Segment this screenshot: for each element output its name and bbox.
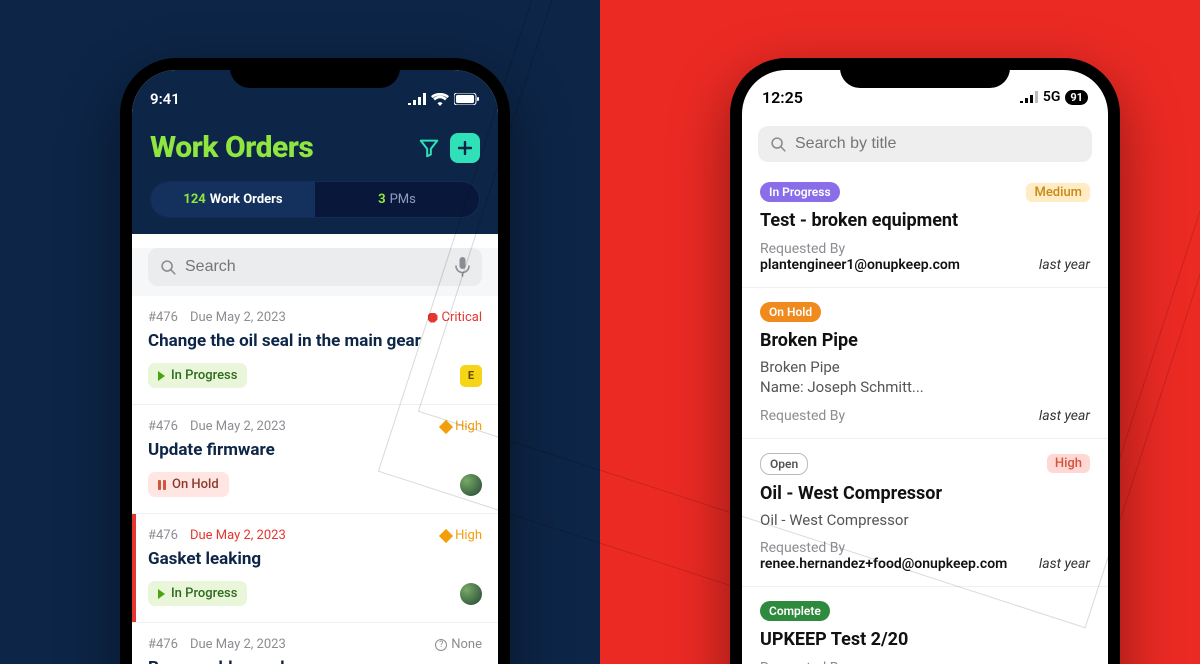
work-order-card[interactable]: #476 Due May 2, 2023 High Gasket leaking In … [132,514,498,623]
wifi-icon [431,93,449,106]
requested-by: Requested By [760,408,845,424]
search-box[interactable] [148,248,482,286]
due-date: Due May 2, 2023 [190,310,286,325]
card-top: Open High [760,453,1090,475]
search-icon [160,259,177,276]
card-footer: Requested By [760,660,1090,664]
screen-right: 12:25 5G 91 In Progress Medium Test - brok… [742,70,1108,664]
request-subtitle: Broken PipeName: Joseph Schmitt... [760,357,1090,398]
request-title: UPKEEP Test 2/20 [760,629,1090,650]
request-subtitle: Oil - West Compressor [760,510,1090,530]
segment-control: 124 Work Orders 3 PMs [150,181,480,218]
status-indicators: 5G 91 [1020,89,1088,105]
header-dark: 9:41 Work Orders [132,70,498,234]
age-label: last year [1039,408,1090,424]
request-title: Oil - West Compressor [760,483,1090,504]
requester-email: renee.hernandez+food@onupkeep.com [760,556,1007,572]
comparison-stage: 9:41 Work Orders [0,0,1200,664]
order-title: Gasket leaking [148,549,482,569]
battery-pill: 91 [1065,90,1088,105]
card-footer: In Progress [148,581,482,606]
status-pill: Complete [760,601,830,621]
status-time: 12:25 [762,88,803,107]
tab-label: PMs [390,192,416,207]
card-footer: Requested Byrenee.hernandez+food@onupkee… [760,540,1090,572]
request-card[interactable]: On Hold Broken Pipe Broken PipeName: Josep… [742,288,1108,439]
battery-icon [454,93,480,105]
search-input[interactable] [795,135,1080,153]
tab-label: Work Orders [210,192,283,207]
order-id: #476 [148,419,178,434]
age-label: last year [1039,556,1090,572]
requested-by: Requested Byrenee.hernandez+food@onupkee… [760,540,1007,572]
status-chip-on-hold: On Hold [148,472,229,497]
add-button[interactable] [450,133,480,163]
request-title: Broken Pipe [760,330,1090,351]
card-meta: #476 Due May 2, 2023 None [148,637,482,652]
tab-count: 3 [378,192,385,207]
assignee-avatar [460,583,482,605]
due-date: Due May 2, 2023 [190,528,286,543]
search-box[interactable] [758,126,1092,162]
card-meta: #476 Due May 2, 2023 High [148,528,482,543]
phone-notch [230,58,400,88]
right-panel: 12:25 5G 91 In Progress Medium Test - brok… [600,0,1200,664]
pause-icon [158,480,166,490]
page-title: Work Orders [150,130,313,165]
order-title: Reassemble gearbox [148,658,482,664]
search-input[interactable] [185,258,447,276]
status-pill: In Progress [760,182,840,202]
signal-icon [408,93,426,105]
phone-notch [840,58,1010,88]
request-card[interactable]: Complete UPKEEP Test 2/20 Requested By [742,587,1108,664]
tab-pms[interactable]: 3 PMs [315,182,479,217]
status-indicators [408,93,480,106]
priority-tag: None [435,637,482,652]
play-icon [158,371,165,381]
due-date: Due May 2, 2023 [190,637,286,652]
order-id: #476 [148,310,178,325]
order-id: #476 [148,637,178,652]
severity-tag: High [1047,454,1090,473]
age-label: last year [1039,257,1090,273]
priority-icon [439,528,453,542]
network-label: 5G [1043,89,1061,105]
card-top: Complete [760,601,1090,621]
card-footer: Requested By last year [760,408,1090,424]
card-footer: Requested Byplantengineer1@onupkeep.com l… [760,241,1090,273]
status-pill: Open [760,453,808,475]
status-bar: 9:41 [150,84,480,114]
status-chip-in-progress: In Progress [148,363,247,388]
tab-count: 124 [183,192,205,207]
signal-icon [1020,91,1038,103]
card-top: In Progress Medium [760,182,1090,202]
severity-tag: Medium [1026,183,1090,202]
requested-by: Requested Byplantengineer1@onupkeep.com [760,241,960,273]
status-time: 9:41 [150,90,180,108]
filter-icon[interactable] [418,137,440,159]
request-card[interactable]: Open High Oil - West Compressor Oil - West … [742,439,1108,587]
play-icon [158,589,165,599]
status-chip-in-progress: In Progress [148,581,247,606]
due-date: Due May 2, 2023 [190,419,286,434]
card-top: On Hold [760,302,1090,322]
priority-icon [435,639,447,651]
status-pill: On Hold [760,302,821,322]
request-card[interactable]: In Progress Medium Test - broken equipment… [742,168,1108,288]
search-icon [770,136,787,153]
tab-work-orders[interactable]: 124 Work Orders [151,182,315,217]
order-id: #476 [148,528,178,543]
plus-icon [458,141,472,155]
requester-email: plantengineer1@onupkeep.com [760,257,960,273]
work-order-card[interactable]: #476 Due May 2, 2023 None Reassemble gearbo… [132,623,498,664]
priority-tag: High [441,528,482,543]
phone-frame-right: 12:25 5G 91 In Progress Medium Test - brok… [730,58,1120,664]
requested-by: Requested By [760,660,845,664]
request-title: Test - broken equipment [760,210,1090,231]
